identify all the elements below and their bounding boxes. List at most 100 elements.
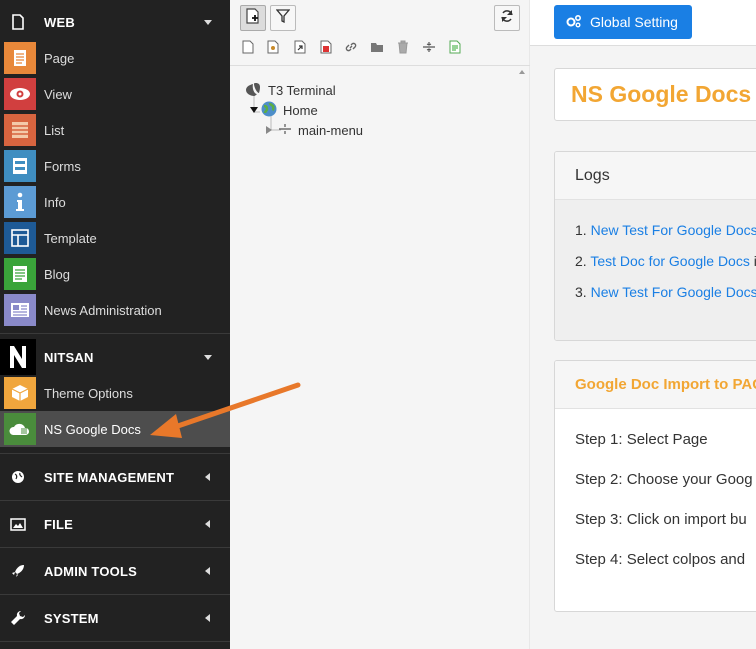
image-icon (0, 506, 36, 542)
import-panel: Google Doc Import to PAG Step 1: Select … (554, 360, 756, 612)
tree-node-label: T3 Terminal (268, 82, 336, 98)
log-link[interactable]: New Test For Google Docs (591, 284, 756, 300)
global-setting-label: Global Setting (590, 14, 678, 30)
logs-title: Logs (575, 166, 610, 184)
forms-icon (4, 150, 36, 182)
menu-divider (0, 594, 230, 595)
logs-panel: Logs 1. New Test For Google Docs 2. Test… (554, 151, 756, 341)
tree-node-main-menu[interactable]: main-menu (266, 120, 363, 140)
wrench-icon (0, 600, 36, 636)
group-system[interactable]: SYSTEM (0, 600, 230, 636)
group-nitsan-header[interactable]: NITSAN (0, 339, 230, 375)
import-title: Google Doc Import to PAG (575, 376, 756, 393)
menu-item-template[interactable]: Template (0, 220, 230, 256)
log-number: 1. (575, 222, 587, 238)
menu-item-page[interactable]: Page (0, 40, 230, 76)
tree-node-home[interactable]: Home (250, 100, 318, 120)
menu-item-label: Theme Options (44, 385, 133, 401)
step-1: Step 1: Select Page (575, 431, 708, 448)
page-icon (4, 42, 36, 74)
global-setting-button[interactable]: Global Setting (554, 5, 692, 39)
logs-body (555, 200, 756, 340)
content-body: NS Google Docs Logs 1. New Test For Goog… (530, 46, 756, 649)
collapsed-caret-icon[interactable] (266, 126, 272, 134)
typo3-logo-icon (244, 81, 260, 100)
list-icon (4, 114, 36, 146)
menu-item-label: Blog (44, 266, 71, 282)
nitsan-logo-icon (0, 339, 36, 375)
rocket-icon (0, 553, 36, 589)
step-2: Step 2: Choose your Goog (575, 471, 753, 488)
menu-item-label: Info (44, 194, 66, 210)
docheader: Global Setting (530, 0, 756, 46)
chevron-left-icon (205, 614, 210, 622)
import-header: Google Doc Import to PAG (555, 361, 756, 409)
title-panel: NS Google Docs (554, 68, 756, 121)
menu-divider (0, 500, 230, 501)
menu-item-label: NS Google Docs (44, 421, 141, 437)
log-entry: 1. New Test For Google Docs (575, 222, 756, 238)
menu-divider (0, 453, 230, 454)
module-content: Global Setting NS Google Docs Logs 1. Ne… (530, 0, 756, 649)
chevron-down-icon (204, 20, 212, 25)
group-label: ADMIN TOOLS (44, 563, 137, 579)
group-label: SITE MANAGEMENT (44, 469, 175, 485)
globe-icon (261, 101, 277, 120)
menu-item-news-administration[interactable]: News Administration (0, 292, 230, 328)
group-web-label: WEB (44, 14, 75, 30)
eye-icon (4, 78, 36, 110)
group-nitsan-label: NITSAN (44, 349, 94, 365)
log-link[interactable]: Test Doc for Google Docs (590, 253, 750, 269)
step-4: Step 4: Select colpos and (575, 551, 746, 568)
document-icon (0, 4, 36, 40)
menu-item-ns-google-docs[interactable]: NS Google Docs (0, 411, 230, 447)
step-3: Step 3: Click on import bu (575, 511, 747, 528)
module-menu: WEB Page View List Forms Info Template B… (0, 0, 230, 649)
menu-item-label: Template (44, 230, 97, 246)
menu-divider (0, 333, 230, 334)
news-icon (4, 294, 36, 326)
info-icon (4, 186, 36, 218)
gears-icon (566, 14, 582, 31)
expanded-caret-icon[interactable] (250, 107, 258, 113)
google-docs-icon (4, 413, 36, 445)
log-link[interactable]: New Test For Google Docs (591, 222, 756, 238)
menu-item-forms[interactable]: Forms (0, 148, 230, 184)
group-label: FILE (44, 516, 73, 532)
log-number: 2. (575, 253, 587, 269)
chevron-left-icon (205, 520, 210, 528)
menu-item-label: Page (44, 50, 75, 66)
group-site-management[interactable]: SITE MANAGEMENT (0, 459, 230, 495)
group-file[interactable]: FILE (0, 506, 230, 542)
blog-icon (4, 258, 36, 290)
menu-item-theme-options[interactable]: Theme Options (0, 375, 230, 411)
page-title: NS Google Docs (571, 81, 752, 107)
menu-item-list[interactable]: List (0, 112, 230, 148)
menu-item-info[interactable]: Info (0, 184, 230, 220)
menu-item-label: Forms (44, 158, 81, 174)
log-number: 3. (575, 284, 587, 300)
group-web-header[interactable]: WEB (0, 4, 230, 40)
menu-item-blog[interactable]: Blog (0, 256, 230, 292)
box-icon (4, 377, 36, 409)
tree-node-label: main-menu (298, 122, 364, 138)
globe-icon (0, 459, 36, 495)
menu-item-label: List (44, 122, 65, 138)
template-icon (4, 222, 36, 254)
group-admin-tools[interactable]: ADMIN TOOLS (0, 553, 230, 589)
chevron-down-icon (204, 355, 212, 360)
log-entry: 3. New Test For Google Docs (575, 284, 756, 300)
chevron-left-icon (205, 473, 210, 481)
chevron-left-icon (205, 567, 210, 575)
menu-item-view[interactable]: View (0, 76, 230, 112)
menu-item-label: View (44, 86, 72, 102)
menu-item-label: News Administration (44, 302, 162, 318)
spacer-icon (278, 123, 292, 138)
logs-header: Logs (555, 152, 756, 200)
group-label: SYSTEM (44, 610, 99, 626)
page-tree-panel: T3 Terminal Home main-menu (230, 0, 530, 649)
menu-divider (0, 641, 230, 642)
log-entry: 2. Test Doc for Google Docs i (575, 253, 756, 269)
tree-node-root[interactable]: T3 Terminal (244, 80, 336, 100)
log-suffix: i (750, 253, 756, 269)
